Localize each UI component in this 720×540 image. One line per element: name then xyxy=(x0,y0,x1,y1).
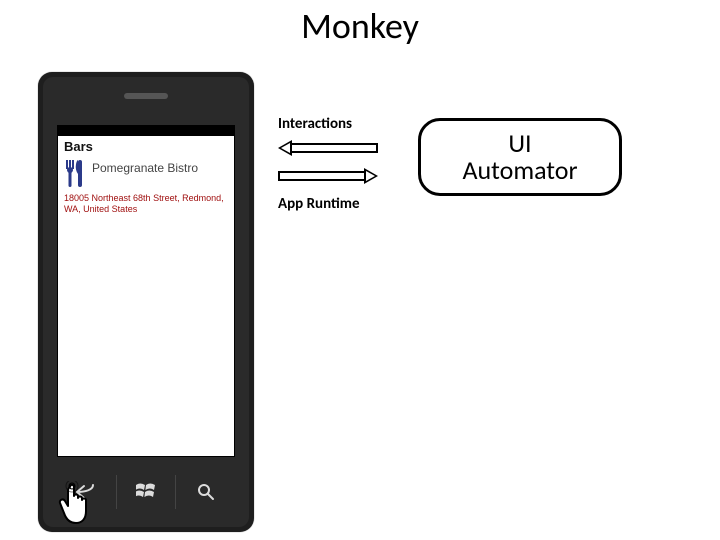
restaurant-listing[interactable]: Pomegranate Bistro xyxy=(58,156,234,192)
search-button[interactable] xyxy=(175,475,235,509)
slide-title: Monkey xyxy=(0,4,720,48)
phone-body: Bars Pomegranate Bistro 18005 Northeast … xyxy=(43,77,249,527)
phone-screen[interactable]: Bars Pomegranate Bistro 18005 Northeast … xyxy=(57,125,235,457)
screen-header: Bars xyxy=(58,136,234,156)
arrow-app-runtime xyxy=(278,168,378,184)
home-button[interactable] xyxy=(116,475,176,509)
label-interactions: Interactions xyxy=(278,115,352,133)
ui-automator-box: UI Automator xyxy=(418,118,622,196)
listing-address: 18005 Northeast 68th Street, Redmond, WA… xyxy=(58,192,234,215)
earpiece xyxy=(124,93,168,99)
touch-hand-icon xyxy=(55,481,95,527)
status-bar xyxy=(58,126,234,136)
arrow-interactions xyxy=(278,140,378,156)
search-icon xyxy=(197,483,215,501)
fork-knife-icon xyxy=(64,160,86,190)
label-app-runtime: App Runtime xyxy=(278,195,360,213)
listing-name: Pomegranate Bistro xyxy=(92,160,228,174)
phone-frame: Bars Pomegranate Bistro 18005 Northeast … xyxy=(38,72,254,532)
windows-logo-icon xyxy=(136,483,156,501)
ui-automator-label: UI Automator xyxy=(462,130,577,185)
